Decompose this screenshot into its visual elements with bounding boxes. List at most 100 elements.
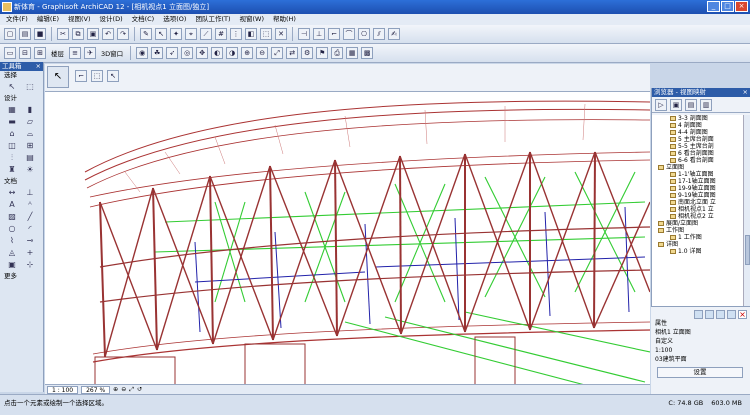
polyline-tool-icon[interactable]: ⌇ — [5, 236, 19, 246]
guide-line-icon[interactable]: ⟋ — [200, 28, 212, 40]
new-file-icon[interactable]: ▢ — [4, 28, 16, 40]
dimension-tool-icon[interactable]: ↔ — [5, 188, 19, 198]
selection-method-icon[interactable]: ⌐ — [75, 70, 87, 82]
layout-book-icon[interactable]: ▤ — [685, 98, 697, 111]
tree-item[interactable]: 1.0 详图 — [652, 248, 744, 255]
calculator-icon[interactable]: ▩ — [361, 47, 374, 59]
circle-tool-icon[interactable]: ○ — [5, 224, 19, 234]
layers-icon[interactable]: ≡ — [69, 47, 81, 59]
shell-tool-icon[interactable]: ⌓ — [23, 129, 37, 139]
tree-item[interactable]: 展面/立面图 — [652, 220, 744, 227]
menu-window[interactable]: 视窗(W) — [237, 14, 266, 25]
more-label[interactable]: 更多 — [0, 272, 43, 281]
tree-item[interactable]: 4 剖面图 — [652, 122, 744, 129]
brush-icon[interactable]: ✍ — [388, 28, 400, 40]
section-tool-icon[interactable]: ⊸ — [23, 236, 37, 246]
arrow-tool-icon[interactable]: ↖ — [5, 82, 19, 92]
column-tool-icon[interactable]: ▮ — [23, 105, 37, 115]
tree-item[interactable]: 6 看台剖面图 — [652, 150, 744, 157]
zoom-field[interactable]: 267 % — [81, 385, 111, 394]
tree-item[interactable]: 5-5 主席台剖 — [652, 143, 744, 150]
orbit-icon[interactable]: ◉ — [136, 47, 149, 59]
roof-tool-icon[interactable]: ⌂ — [5, 129, 19, 139]
tree-item[interactable]: 相机视点1 立 — [652, 206, 744, 213]
fit-window-icon[interactable]: ⤢ — [271, 47, 284, 59]
menu-view[interactable]: 视图(V) — [66, 14, 93, 25]
walk-icon[interactable]: ✈ — [84, 47, 96, 59]
menu-options[interactable]: 选项(O) — [161, 14, 188, 25]
floor-dropdown[interactable]: 楼层 — [49, 48, 66, 58]
bookmark-icon[interactable]: ⚑ — [316, 47, 329, 59]
quick-selection-icon[interactable]: ⬚ — [91, 70, 103, 82]
fly-icon[interactable]: ➶ — [166, 47, 179, 59]
undo-icon[interactable]: ↶ — [102, 28, 114, 40]
fillet-icon[interactable]: ⌒ — [343, 28, 355, 40]
tree-item[interactable]: 南面北立面 立 — [652, 199, 744, 206]
hotspot-tool-icon[interactable]: + — [23, 248, 37, 258]
align-icon[interactable]: ⊣ — [298, 28, 310, 40]
tree-item[interactable]: 1-1'轴立面图 — [652, 171, 744, 178]
door-tool-icon[interactable]: ◫ — [5, 141, 19, 151]
horizontal-scroll-bar[interactable]: 1 : 100 267 % ⊕ ⊖ ⤢ ↺ — [45, 384, 650, 394]
explore-icon[interactable]: ☘ — [151, 47, 164, 59]
tree-item[interactable]: 工作图 — [652, 227, 744, 234]
tree-item[interactable]: 详图 — [652, 241, 744, 248]
zoom-in-icon[interactable]: ⊕ — [241, 47, 254, 59]
navigator-scroll-thumb[interactable] — [745, 235, 750, 265]
camera-icon[interactable]: ◎ — [181, 47, 194, 59]
delete-view-icon[interactable]: × — [738, 310, 747, 319]
menu-teamwork[interactable]: 团队工作(T) — [193, 14, 232, 25]
grid-tool-icon[interactable]: ⊹ — [23, 260, 37, 270]
section-view-icon[interactable]: ⊟ — [19, 47, 31, 59]
layer-icon[interactable]: ◧ — [245, 28, 257, 40]
project-map-icon[interactable]: ▷ — [655, 98, 667, 111]
menu-file[interactable]: 文件(F) — [4, 14, 30, 25]
level-tool-icon[interactable]: ⊥ — [23, 188, 37, 198]
window-tool-icon[interactable]: ⊞ — [23, 141, 37, 151]
tree-item[interactable]: 5 主席台剖面 — [652, 136, 744, 143]
line-tool-icon[interactable]: ╱ — [23, 212, 37, 222]
zoom-out-icon[interactable]: ⊖ — [256, 47, 269, 59]
magic-wand-icon[interactable]: ✦ — [170, 28, 182, 40]
fill-tool-icon[interactable]: ▨ — [5, 212, 19, 222]
grid-icon[interactable]: # — [215, 28, 227, 40]
pencil-icon[interactable]: ✎ — [140, 28, 152, 40]
toolbox-close-icon[interactable]: × — [36, 62, 41, 71]
document-label[interactable]: 文档 — [0, 177, 43, 186]
render-icon[interactable]: ◑ — [226, 47, 239, 59]
tree-item[interactable]: 4-4 剖面图 — [652, 129, 744, 136]
library-icon[interactable]: ▦ — [346, 47, 359, 59]
settings-icon[interactable]: ⚙ — [301, 47, 314, 59]
stair-tool-icon[interactable]: ⫶ — [5, 153, 19, 163]
marquee-tool-icon[interactable]: ⬚ — [23, 82, 37, 92]
clone-view-icon[interactable] — [705, 310, 714, 319]
previous-zoom-icon[interactable]: ↺ — [137, 386, 142, 393]
save-icon[interactable]: ■ — [34, 28, 46, 40]
tree-item[interactable]: 19-9轴立面图 — [652, 185, 744, 192]
publisher-icon[interactable]: ▥ — [700, 98, 712, 111]
lamp-tool-icon[interactable]: ☀ — [23, 165, 37, 175]
object-tool-icon[interactable]: ♜ — [5, 165, 19, 175]
trim-icon[interactable]: ⌐ — [328, 28, 340, 40]
settings-view-icon[interactable] — [727, 310, 736, 319]
cut-icon[interactable]: ✂ — [57, 28, 69, 40]
tree-item[interactable]: 6-6 看台剖面 — [652, 157, 744, 164]
menu-edit[interactable]: 编辑(E) — [35, 14, 61, 25]
slab-tool-icon[interactable]: ▱ — [23, 117, 37, 127]
elevation-canvas[interactable] — [45, 92, 650, 385]
design-label[interactable]: 设计 — [0, 94, 43, 103]
grid-snap-icon[interactable]: ⋮ — [230, 28, 242, 40]
tree-item[interactable]: 相机视点2 立 — [652, 213, 744, 220]
arc-tool-icon[interactable]: ◜ — [23, 224, 37, 234]
tree-item[interactable]: 9-19轴立面图 — [652, 192, 744, 199]
fit-in-window-icon[interactable]: ⤢ — [129, 386, 134, 394]
copy-icon[interactable]: ⧉ — [72, 28, 84, 40]
minimize-button[interactable]: _ — [707, 1, 720, 12]
view-map-icon[interactable]: ▣ — [670, 98, 682, 111]
pointer-select-icon[interactable]: ↖ — [107, 70, 119, 82]
tree-item[interactable]: 3-3 剖面图 — [652, 115, 744, 122]
curtain-wall-tool-icon[interactable]: ▤ — [23, 153, 37, 163]
delete-icon[interactable]: ✕ — [275, 28, 287, 40]
detail-tool-icon[interactable]: ◬ — [5, 248, 19, 258]
redo-icon[interactable]: ↷ — [117, 28, 129, 40]
